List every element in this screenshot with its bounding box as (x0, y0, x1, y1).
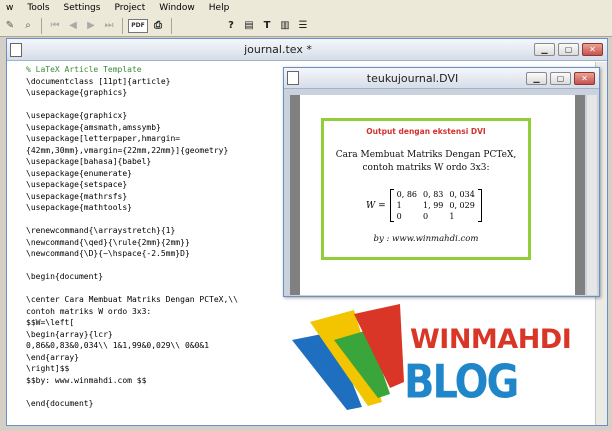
toolbar-separator (171, 17, 172, 34)
matrix-cell: 1 (396, 201, 402, 210)
toolbar-separator (41, 17, 42, 34)
menu-settings[interactable]: Settings (58, 3, 109, 13)
matrix-cell: 1 (449, 212, 455, 221)
maximize-button[interactable]: ▢ (550, 71, 571, 85)
matrix-row: 0, 86 0, 83 0, 034 (394, 189, 478, 200)
output-heading: Output dengan ekstensi DVI (366, 127, 486, 136)
editor-title: journal.tex * (244, 43, 312, 56)
winmahdi-logo: WINMAHDI BLOG (292, 302, 592, 417)
right-bracket (477, 189, 482, 222)
edit-icon[interactable]: ✎ (2, 18, 18, 34)
dvi-title: teukujournal.DVI (366, 71, 459, 85)
menu-project[interactable]: Project (108, 3, 153, 13)
dvi-page: Output dengan ekstensi DVI Cara Membuat … (300, 95, 575, 295)
matrix-cell: 0 (396, 212, 402, 221)
menu-help[interactable]: Help (203, 3, 238, 13)
matrix-cell: 0, 029 (449, 201, 475, 210)
editor-window-controls: ▁ ▢ ✕ (534, 43, 603, 56)
minimize-button[interactable]: ▁ (526, 71, 547, 85)
menu-view[interactable]: w (0, 3, 21, 13)
document-icon (287, 71, 299, 85)
help-icon[interactable]: ? (223, 18, 239, 34)
list-icon[interactable]: ☰ (295, 18, 311, 34)
matrix-row: 1 1, 99 0, 029 (394, 200, 478, 211)
matrix-cell: 0, 034 (449, 190, 475, 199)
pdf-button[interactable]: PDF (128, 18, 148, 33)
matrix: 0, 86 0, 83 0, 034 1 1, 99 0, 029 0 0 1 (389, 189, 482, 222)
dvi-window: teukujournal.DVI ▁ ▢ ✕ Output dengan eks… (283, 67, 600, 297)
prev-page-icon[interactable]: ◀ (65, 18, 81, 34)
dvi-scrollbar[interactable] (587, 95, 597, 295)
dvi-window-controls: ▁ ▢ ✕ (526, 71, 595, 85)
last-page-icon[interactable]: ⏭ (101, 18, 117, 34)
output-by-line: by : www.winmahdi.com (373, 234, 479, 244)
output-line-1: Cara Membuat Matriks Dengan PCTeX, (335, 150, 517, 160)
first-page-icon[interactable]: ⏮ (47, 18, 63, 34)
maximize-button[interactable]: ▢ (558, 43, 579, 56)
toolbar-separator (122, 17, 123, 34)
matrix-cell: 0, 83 (423, 190, 444, 199)
output-line-2: contoh matriks W ordo 3x3: (362, 163, 490, 173)
print-icon[interactable]: ⎙ (150, 18, 166, 34)
matrix-row: 0 0 1 (394, 211, 478, 222)
matrix-table: 0, 86 0, 83 0, 034 1 1, 99 0, 029 0 0 1 (394, 189, 478, 222)
minimize-button[interactable]: ▁ (534, 43, 555, 56)
logo-sub: BLOG (404, 356, 519, 409)
logo-name: WINMAHDI (410, 324, 572, 355)
logo-wave-icon (292, 304, 404, 410)
text-icon[interactable]: T (259, 18, 275, 34)
dvi-titlebar[interactable]: teukujournal.DVI ▁ ▢ ✕ (284, 68, 599, 89)
matrix-cell: 0, 86 (396, 190, 418, 199)
next-page-icon[interactable]: ▶ (83, 18, 99, 34)
app-window: w Tools Settings Project Window Help ✎ ⌕… (0, 0, 612, 431)
toolbar: ✎ ⌕ ⏮ ◀ ▶ ⏭ PDF ⎙ ? ▤ T ▥ ☰ (0, 15, 612, 37)
zoom-icon[interactable]: ⌕ (20, 18, 36, 34)
menu-window[interactable]: Window (153, 3, 203, 13)
dvi-viewer[interactable]: Output dengan ekstensi DVI Cara Membuat … (290, 95, 585, 295)
editor-titlebar[interactable]: journal.tex * ▁ ▢ ✕ (7, 39, 607, 61)
page-icon[interactable]: ▥ (277, 18, 293, 34)
close-button[interactable]: ✕ (574, 71, 595, 85)
matrix-equation: W = 0, 86 0, 83 0, 034 1 1, 99 0, 029 0 … (366, 189, 482, 222)
output-frame: Output dengan ekstensi DVI Cara Membuat … (321, 118, 531, 260)
menu-bar: w Tools Settings Project Window Help (0, 0, 612, 15)
matrix-lhs: W = (366, 200, 386, 211)
matrix-cell: 0 (423, 212, 429, 221)
close-button[interactable]: ✕ (582, 43, 603, 56)
menu-tools[interactable]: Tools (21, 3, 57, 13)
document-icon[interactable]: ▤ (241, 18, 257, 34)
matrix-cell: 1, 99 (423, 201, 444, 210)
document-icon (10, 42, 22, 57)
